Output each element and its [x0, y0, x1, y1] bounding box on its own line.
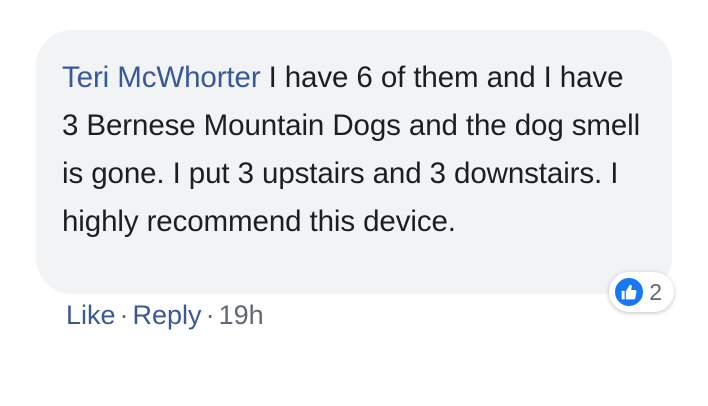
separator-dot: · — [205, 300, 215, 330]
reaction-summary[interactable]: 2 — [609, 272, 674, 312]
separator-dot: · — [119, 300, 129, 330]
comment-body: Teri McWhorter I have 6 of them and I hav… — [62, 54, 646, 246]
comment: Teri McWhorter I have 6 of them and I hav… — [36, 30, 674, 330]
comment-author-link[interactable]: Teri McWhorter — [62, 61, 261, 94]
thumbs-up-icon — [613, 276, 646, 308]
reply-link[interactable]: Reply — [133, 300, 202, 331]
reaction-count: 2 — [649, 278, 662, 305]
comment-timestamp[interactable]: 19h — [219, 300, 264, 331]
comment-bubble: Teri McWhorter I have 6 of them and I hav… — [36, 30, 674, 312]
comment-actions: Like · Reply · 19h — [66, 300, 264, 331]
like-link[interactable]: Like — [66, 300, 116, 331]
